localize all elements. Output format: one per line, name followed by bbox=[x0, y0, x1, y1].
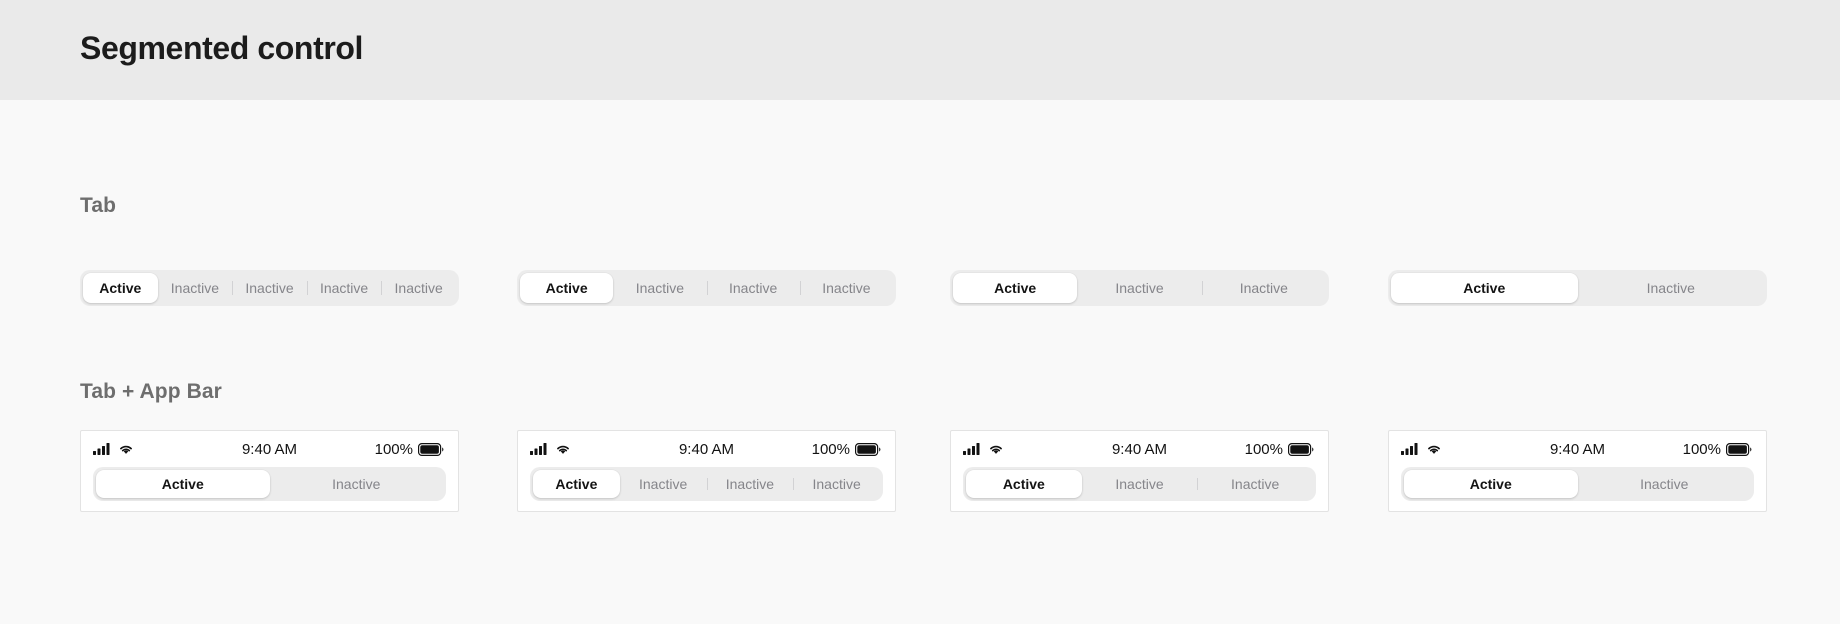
segmented-control-1[interactable]: Active Inactive Inactive Inactive Inactive bbox=[80, 270, 459, 306]
battery-percent-label: 100% bbox=[1244, 440, 1283, 458]
app-bar-card-4: 9:40 AM 100% Active Inactive bbox=[1388, 430, 1767, 512]
status-bar: 9:40 AM 100% bbox=[81, 431, 458, 467]
app-bar-segmented-control[interactable]: Active Inactive bbox=[1389, 467, 1766, 511]
battery-percent-label: 100% bbox=[1682, 440, 1721, 458]
segment-inactive[interactable]: Inactive bbox=[270, 470, 444, 498]
status-bar-right: 100% bbox=[812, 441, 881, 458]
segment-inactive[interactable]: Inactive bbox=[620, 470, 707, 498]
status-bar-left bbox=[1401, 443, 1442, 455]
segment-inactive[interactable]: Inactive bbox=[793, 470, 880, 498]
segment-active[interactable]: Active bbox=[1391, 273, 1578, 303]
battery-icon bbox=[1726, 442, 1752, 456]
segmented-control-track: Active Inactive Inactive Inactive Inactive bbox=[80, 270, 459, 306]
segment-inactive[interactable]: Inactive bbox=[706, 273, 800, 303]
segmented-control-track: Active Inactive bbox=[93, 467, 446, 501]
segment-inactive[interactable]: Inactive bbox=[1201, 273, 1326, 303]
status-bar-left bbox=[963, 443, 1004, 455]
battery-percent-label: 100% bbox=[811, 440, 850, 458]
page-header: Segmented control bbox=[0, 0, 1840, 100]
canvas: Tab Tab + App Bar Active Inactive Inactive… bbox=[0, 100, 1840, 624]
battery-icon bbox=[1288, 442, 1314, 456]
segment-inactive[interactable]: Inactive bbox=[1082, 470, 1198, 498]
battery-icon bbox=[418, 442, 444, 456]
status-bar-left bbox=[93, 443, 134, 455]
segmented-control-track: Active Inactive Inactive Inactive bbox=[517, 270, 896, 306]
segmented-control-track: Active Inactive Inactive bbox=[950, 270, 1329, 306]
segmented-control-track: Active Inactive Inactive bbox=[963, 467, 1316, 501]
wifi-icon bbox=[118, 443, 134, 455]
segment-active[interactable]: Active bbox=[83, 273, 158, 303]
section-label-tab: Tab bbox=[80, 194, 117, 217]
app-bar-card-3: 9:40 AM 100% Active Inactive Inactive bbox=[950, 430, 1329, 512]
segment-inactive[interactable]: Inactive bbox=[1197, 470, 1313, 498]
wifi-icon bbox=[988, 443, 1004, 455]
segmented-control-track: Active Inactive bbox=[1401, 467, 1754, 501]
segment-inactive[interactable]: Inactive bbox=[1578, 273, 1765, 303]
segment-inactive[interactable]: Inactive bbox=[799, 273, 893, 303]
segment-inactive[interactable]: Inactive bbox=[158, 273, 233, 303]
wifi-icon bbox=[555, 443, 571, 455]
segment-active[interactable]: Active bbox=[953, 273, 1078, 303]
app-bar-card-2: 9:40 AM 100% Active Inactive Inactive Inact… bbox=[517, 430, 896, 512]
app-bar-segmented-control[interactable]: Active Inactive Inactive Inactive bbox=[518, 467, 895, 511]
section-label-tab-app-bar: Tab + App Bar bbox=[80, 380, 222, 403]
wifi-icon bbox=[1426, 443, 1442, 455]
signal-bars-icon bbox=[530, 443, 547, 455]
status-bar-right: 100% bbox=[1683, 441, 1752, 458]
segmented-control-4[interactable]: Active Inactive bbox=[1388, 270, 1767, 306]
segment-inactive[interactable]: Inactive bbox=[1077, 273, 1201, 303]
status-bar-left bbox=[530, 443, 571, 455]
segment-inactive[interactable]: Inactive bbox=[706, 470, 794, 498]
app-bar-card-1: 9:40 AM 100% Active Inactive bbox=[80, 430, 459, 512]
segment-inactive[interactable]: Inactive bbox=[613, 273, 706, 303]
signal-bars-icon bbox=[93, 443, 110, 455]
segmented-control-track: Active Inactive Inactive Inactive bbox=[530, 467, 883, 501]
segment-active[interactable]: Active bbox=[533, 470, 620, 498]
segment-active[interactable]: Active bbox=[966, 470, 1082, 498]
segment-inactive[interactable]: Inactive bbox=[306, 273, 382, 303]
status-bar: 9:40 AM 100% bbox=[518, 431, 895, 467]
status-bar-right: 100% bbox=[1245, 441, 1314, 458]
segment-active[interactable]: Active bbox=[520, 273, 614, 303]
segmented-control-track: Active Inactive bbox=[1388, 270, 1767, 306]
segment-inactive[interactable]: Inactive bbox=[381, 273, 456, 303]
app-bar-segmented-control[interactable]: Active Inactive Inactive bbox=[951, 467, 1328, 511]
battery-percent-label: 100% bbox=[374, 440, 413, 458]
status-bar: 9:40 AM 100% bbox=[951, 431, 1328, 467]
segment-active[interactable]: Active bbox=[1404, 470, 1578, 498]
signal-bars-icon bbox=[1401, 443, 1418, 455]
status-bar: 9:40 AM 100% bbox=[1389, 431, 1766, 467]
status-bar-right: 100% bbox=[375, 441, 444, 458]
page-title: Segmented control bbox=[80, 30, 364, 66]
signal-bars-icon bbox=[963, 443, 980, 455]
segmented-control-2[interactable]: Active Inactive Inactive Inactive bbox=[517, 270, 896, 306]
segmented-control-3[interactable]: Active Inactive Inactive bbox=[950, 270, 1329, 306]
segment-active[interactable]: Active bbox=[96, 470, 270, 498]
app-bar-segmented-control[interactable]: Active Inactive bbox=[81, 467, 458, 511]
battery-icon bbox=[855, 442, 881, 456]
segment-inactive[interactable]: Inactive bbox=[232, 273, 307, 303]
segment-inactive[interactable]: Inactive bbox=[1578, 470, 1752, 498]
